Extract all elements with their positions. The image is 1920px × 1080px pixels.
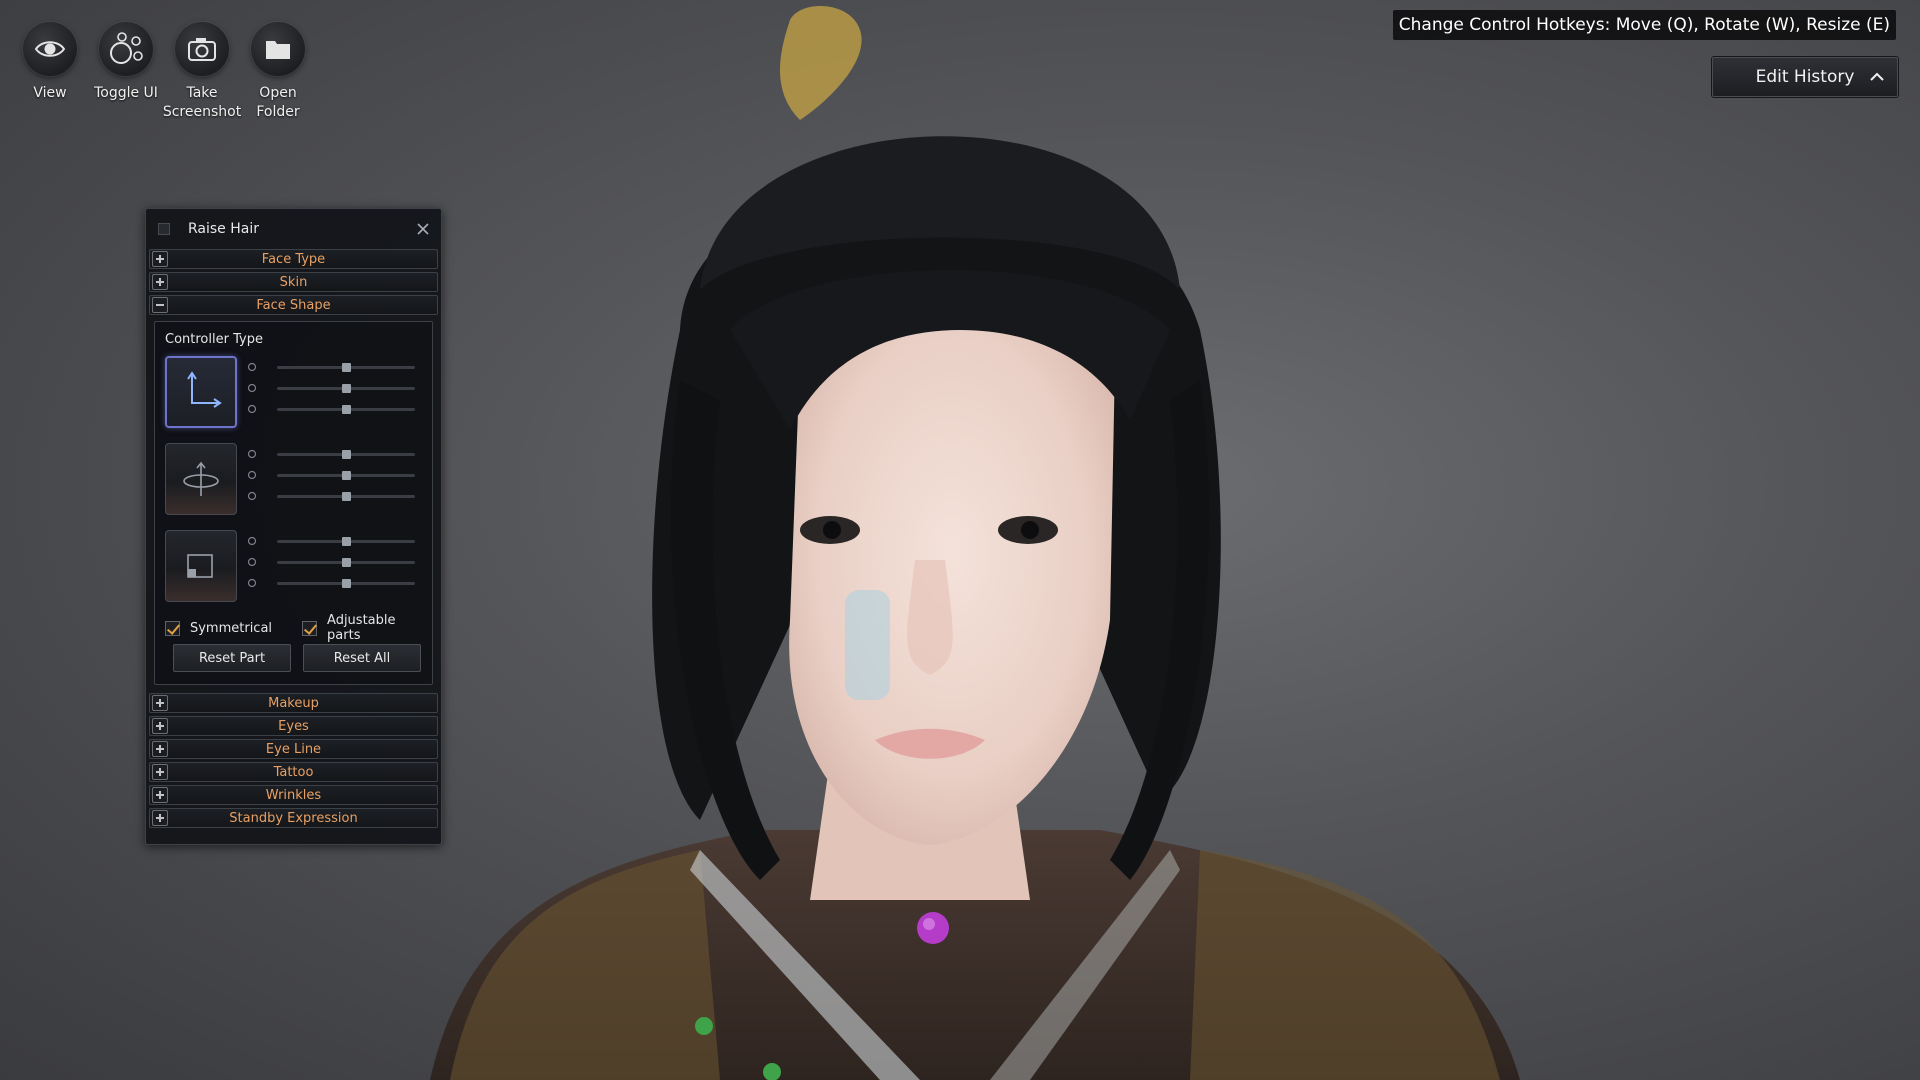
camera-icon (175, 22, 229, 76)
resize-slider-x (247, 534, 425, 548)
expand-plus-icon[interactable] (152, 695, 168, 711)
resize-icon (187, 554, 213, 578)
section-wrinkles[interactable]: Wrinkles (149, 785, 438, 805)
section-label: Wrinkles (265, 787, 322, 803)
circles-icon (99, 22, 153, 76)
section-label: Standby Expression (229, 810, 358, 826)
lock-icon[interactable] (247, 404, 257, 414)
symmetrical-checkbox[interactable] (165, 620, 180, 636)
section-label: Eye Line (265, 741, 322, 757)
controller-row-resize (165, 530, 425, 602)
adjustable-parts-checkbox[interactable] (302, 620, 318, 636)
move-axes-icon (187, 371, 222, 408)
edit-history-label: Edit History (1755, 67, 1855, 87)
lock-icon[interactable] (247, 383, 257, 393)
symmetrical-label: Symmetrical (189, 620, 273, 636)
eye-icon (23, 22, 77, 76)
section-label: Makeup (268, 695, 319, 711)
face-shape-body: Controller Type Symmetrical Adjustable p… (154, 321, 433, 685)
resize-controller-button[interactable] (165, 530, 237, 602)
move-slider-y (247, 381, 425, 395)
expand-plus-icon[interactable] (152, 274, 168, 290)
lock-icon[interactable] (247, 491, 257, 501)
rotate-controller-button[interactable] (165, 443, 237, 515)
edit-history-button[interactable]: Edit History (1712, 57, 1898, 97)
slider-thumb[interactable] (342, 363, 351, 372)
take-screenshot-label: Take Screenshot (162, 85, 242, 120)
expand-plus-icon[interactable] (152, 810, 168, 826)
panel-header: Raise Hair (146, 209, 441, 249)
section-skin[interactable]: Skin (149, 272, 438, 292)
rotate-icon (183, 461, 219, 496)
resize-slider-y (247, 555, 425, 569)
section-label: Face Shape (256, 297, 331, 313)
expand-plus-icon[interactable] (152, 787, 168, 803)
section-label: Tattoo (273, 764, 314, 780)
slider-thumb[interactable] (342, 579, 351, 588)
expand-plus-icon[interactable] (152, 741, 168, 757)
move-slider-x (247, 360, 425, 374)
expand-plus-icon[interactable] (152, 251, 168, 267)
lock-icon[interactable] (247, 362, 257, 372)
section-makeup[interactable]: Makeup (149, 693, 438, 713)
slider-thumb[interactable] (342, 450, 351, 459)
panel-title: Raise Hair (188, 221, 259, 237)
slider-thumb[interactable] (342, 405, 351, 414)
section-face-type[interactable]: Face Type (149, 249, 438, 269)
resize-slider-z (247, 576, 425, 590)
section-eyes[interactable]: Eyes (149, 716, 438, 736)
slider-thumb[interactable] (342, 384, 351, 393)
rotate-slider-x (247, 447, 425, 461)
customization-panel: Raise Hair Face Type Skin Face Shape Con… (145, 208, 442, 845)
collapse-minus-icon[interactable] (152, 297, 168, 313)
open-folder-button[interactable]: Open Folder (246, 22, 310, 122)
controller-row-move (165, 356, 425, 428)
lock-icon[interactable] (247, 557, 257, 567)
controller-row-rotate (165, 443, 425, 515)
slider-thumb[interactable] (342, 492, 351, 501)
reset-all-button[interactable]: Reset All (303, 644, 421, 672)
slider-thumb[interactable] (342, 471, 351, 480)
section-label: Face Type (261, 251, 326, 267)
controller-type-label: Controller Type (165, 332, 263, 347)
take-screenshot-button[interactable]: Take Screenshot (163, 22, 241, 122)
lock-icon[interactable] (247, 578, 257, 588)
section-face-shape[interactable]: Face Shape (149, 295, 438, 315)
section-tattoo[interactable]: Tattoo (149, 762, 438, 782)
hotkey-tip: Change Control Hotkeys: Move (Q), Rotate… (1392, 10, 1896, 40)
view-label: View (33, 85, 67, 101)
slider-thumb[interactable] (342, 558, 351, 567)
toggle-ui-label: Toggle UI (94, 85, 158, 101)
lock-icon[interactable] (247, 536, 257, 546)
section-label: Skin (279, 274, 308, 290)
toggle-ui-button[interactable]: Toggle UI (94, 22, 158, 122)
section-eye-line[interactable]: Eye Line (149, 739, 438, 759)
lock-icon[interactable] (247, 449, 257, 459)
top-toolbar: View Toggle UI Take Screenshot Open Fold… (18, 22, 310, 122)
section-standby-expression[interactable]: Standby Expression (149, 808, 438, 828)
rotate-slider-z (247, 489, 425, 503)
expand-plus-icon[interactable] (152, 718, 168, 734)
slider-thumb[interactable] (342, 537, 351, 546)
expand-plus-icon[interactable] (152, 764, 168, 780)
move-controller-button[interactable] (165, 356, 237, 428)
view-button[interactable]: View (18, 22, 82, 122)
raise-hair-checkbox[interactable] (158, 223, 170, 235)
reset-part-button[interactable]: Reset Part (173, 644, 291, 672)
close-icon[interactable] (415, 221, 431, 237)
options-row: Symmetrical Adjustable parts (165, 613, 433, 643)
lock-icon[interactable] (247, 470, 257, 480)
chevron-up-icon (1870, 72, 1884, 81)
open-folder-label: Open Folder (256, 85, 300, 120)
rotate-slider-y (247, 468, 425, 482)
adjustable-parts-label: Adjustable parts (327, 613, 396, 643)
folder-icon (251, 22, 305, 76)
section-label: Eyes (278, 718, 309, 734)
reset-buttons: Reset Part Reset All (173, 644, 423, 672)
move-slider-z (247, 402, 425, 416)
